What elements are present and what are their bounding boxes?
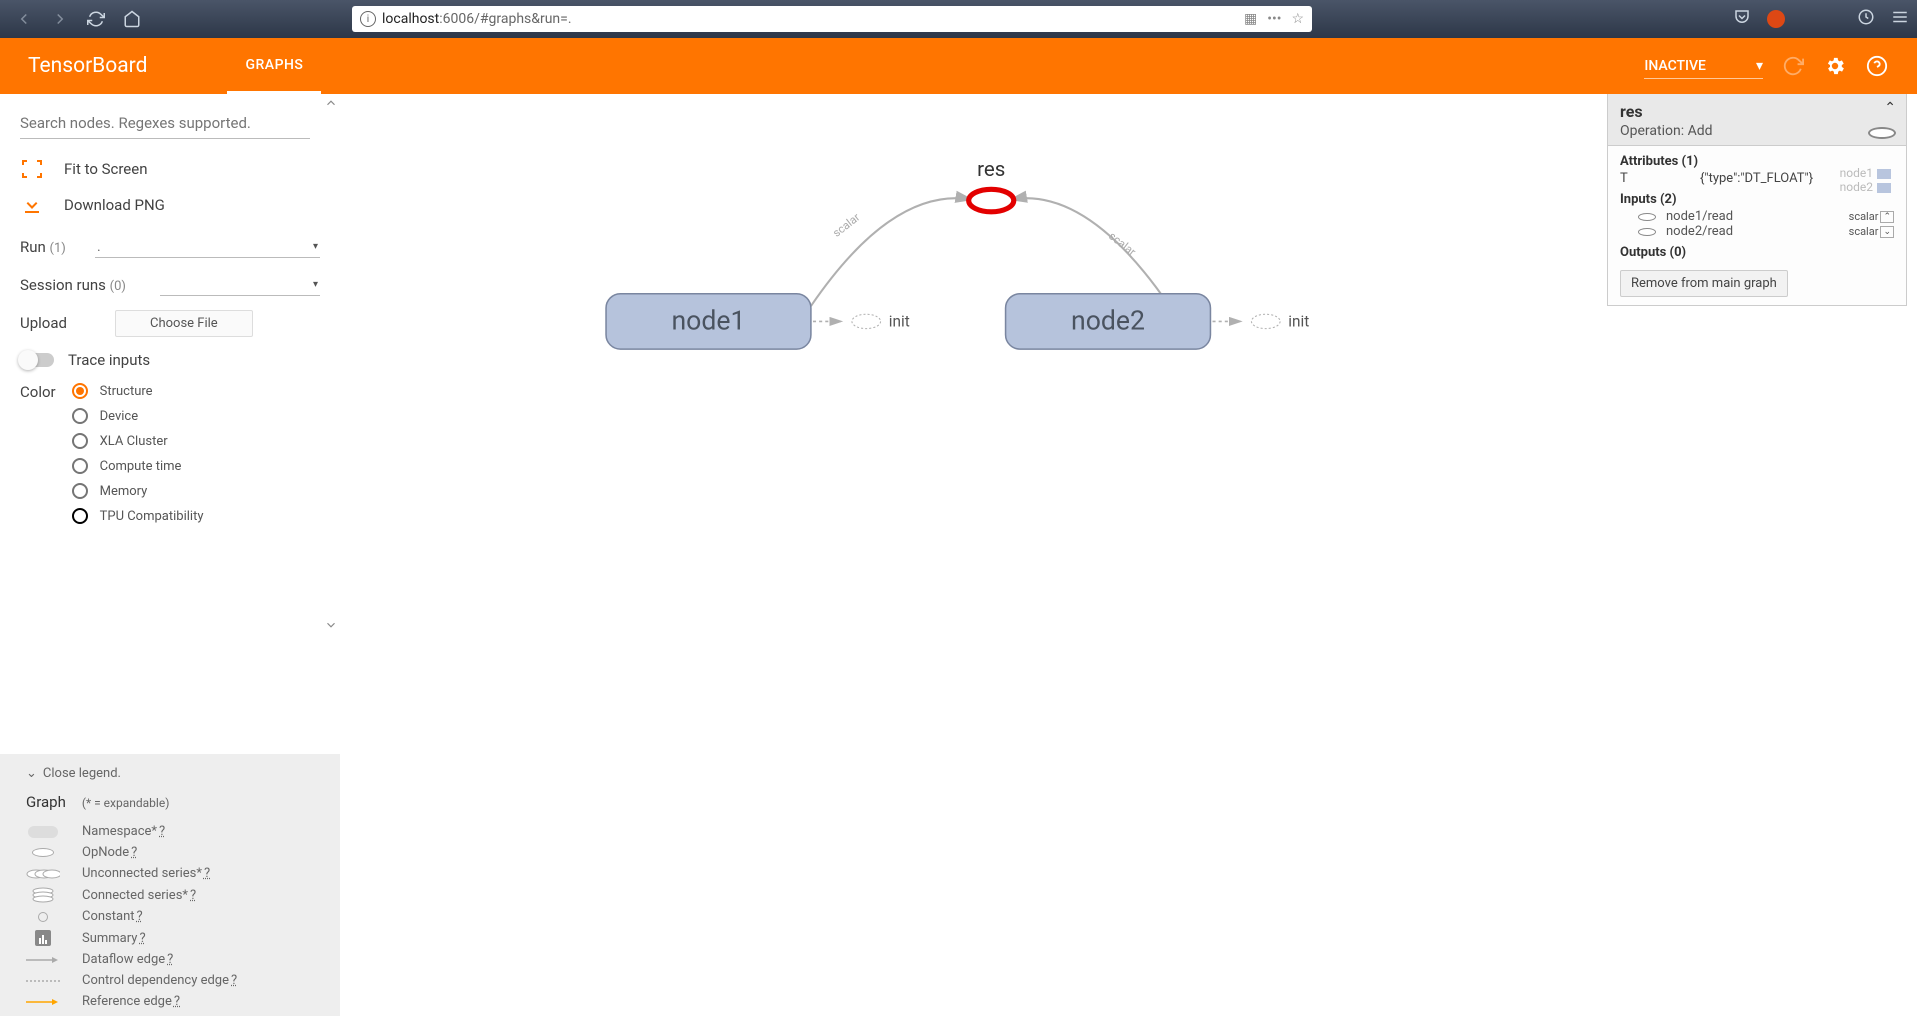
edge-scalar-label-2: scalar [1106,230,1138,259]
legend-title: Graph [26,793,66,811]
download-icon [20,193,44,217]
forward-button[interactable] [44,3,76,35]
qr-icon[interactable]: ▦ [1244,11,1257,27]
color-label: Color [20,383,56,524]
collapse-up-icon[interactable] [324,96,338,110]
info-ghost-nodes: node1 node2 [1840,166,1891,194]
inputs-header: Inputs (2) [1620,192,1894,207]
run-select[interactable]: .▾ [95,236,320,258]
session-runs-select[interactable]: ▾ [160,274,320,296]
url-bar[interactable]: i localhost:6006/#graphs&run=. ▦ ••• ☆ [352,6,1312,32]
collapse-panel-icon[interactable]: ⌃ [1884,100,1896,116]
search-input[interactable] [20,108,310,139]
clock-icon[interactable] [1857,8,1875,30]
home-button[interactable] [116,3,148,35]
legend-hint: (* = expandable) [82,796,170,810]
download-png-button[interactable]: Download PNG [20,187,320,223]
edge-scalar-label: scalar [830,211,862,240]
pocket-icon[interactable] [1733,8,1751,30]
input-row-1[interactable]: node1/readscalar ⌃ [1620,209,1894,224]
menu-icon[interactable] [1891,8,1909,30]
node-res[interactable] [969,189,1014,212]
color-radio-device[interactable]: Device [72,408,204,424]
chevron-down-icon: ▾ [313,279,318,290]
reload-button[interactable] [80,3,112,35]
choose-file-button[interactable]: Choose File [115,310,253,337]
res-label: res [977,157,1005,181]
collapse-down-icon[interactable] [324,618,338,632]
legend-unconnected: Unconnected series* ? [26,863,314,884]
init-node-2 [1251,314,1280,328]
tab-graphs[interactable]: GRAPHS [227,38,321,94]
outputs-header: Outputs (0) [1620,245,1894,260]
legend-opnode: OpNode ? [26,842,314,863]
info-node-icon [1868,127,1896,139]
url-text: localhost:6006/#graphs&run=. [382,11,572,27]
info-icon: i [360,11,376,27]
edge-node1-res [811,198,972,306]
session-runs-label: Session runs (0) [20,276,150,294]
color-radio-memory[interactable]: Memory [72,483,204,499]
trace-inputs-toggle[interactable] [20,353,54,367]
chevron-down-icon: ▾ [313,241,318,252]
inactive-label: INACTIVE [1644,58,1706,74]
more-icon[interactable]: ••• [1267,11,1281,27]
init-node-1 [852,314,881,328]
back-button[interactable] [8,3,40,35]
graph-canvas[interactable]: scalar scalar init init node1 node2 res … [340,94,1917,1016]
trace-label: Trace inputs [68,351,150,369]
ubuntu-icon[interactable] [1767,10,1785,28]
legend-dataflow: Dataflow edge ? [26,949,314,970]
help-icon[interactable] [1865,54,1889,78]
remove-from-graph-button[interactable]: Remove from main graph [1620,270,1788,297]
init-label-2: init [1288,313,1309,331]
run-label: Run (1) [20,238,85,256]
color-radio-compute[interactable]: Compute time [72,458,204,474]
edge-node2-res [1011,198,1170,306]
info-operation: Operation: Add [1620,123,1894,139]
chevron-down-icon: ▾ [1756,58,1763,74]
upload-label: Upload [20,314,85,332]
legend-namespace: Namespace* ? [26,821,314,842]
init-label-1: init [889,313,910,331]
sidebar: Fit to Screen Download PNG Run (1) .▾ Se… [0,94,340,1016]
legend-reference: Reference edge ? [26,991,314,1012]
close-legend-button[interactable]: ⌄Close legend. [26,766,314,781]
node-info-panel: res Operation: Add ⌃ node1 node2 Attribu… [1607,94,1907,306]
chevron-down-icon: ⌄ [26,766,37,781]
inactive-dropdown[interactable]: INACTIVE ▾ [1644,54,1763,79]
node1-label: node1 [671,305,745,337]
legend-control: Control dependency edge ? [26,970,314,991]
fit-label: Fit to Screen [64,160,148,178]
input-row-2[interactable]: node2/readscalar ⌄ [1620,224,1894,239]
color-radio-tpu[interactable]: TPU Compatibility [72,508,204,524]
info-node-name: res [1620,102,1894,121]
bookmark-icon[interactable]: ☆ [1291,11,1304,27]
color-radio-xla[interactable]: XLA Cluster [72,433,204,449]
tensorboard-header: TensorBoard GRAPHS INACTIVE ▾ [0,38,1917,94]
color-radio-structure[interactable]: Structure [72,383,204,399]
download-label: Download PNG [64,196,165,214]
browser-chrome: i localhost:6006/#graphs&run=. ▦ ••• ☆ [0,0,1917,38]
tensorboard-logo: TensorBoard [28,54,147,78]
legend-connected: Connected series* ? [26,884,314,906]
legend-summary: Summary ? [26,927,314,949]
fit-screen-icon [20,157,44,181]
legend: ⌄Close legend. Graph (* = expandable) Nam… [0,754,340,1016]
settings-icon[interactable] [1823,54,1847,78]
node2-label: node2 [1071,305,1145,337]
refresh-icon[interactable] [1781,54,1805,78]
fit-to-screen-button[interactable]: Fit to Screen [20,151,320,187]
legend-constant: Constant ? [26,906,314,927]
